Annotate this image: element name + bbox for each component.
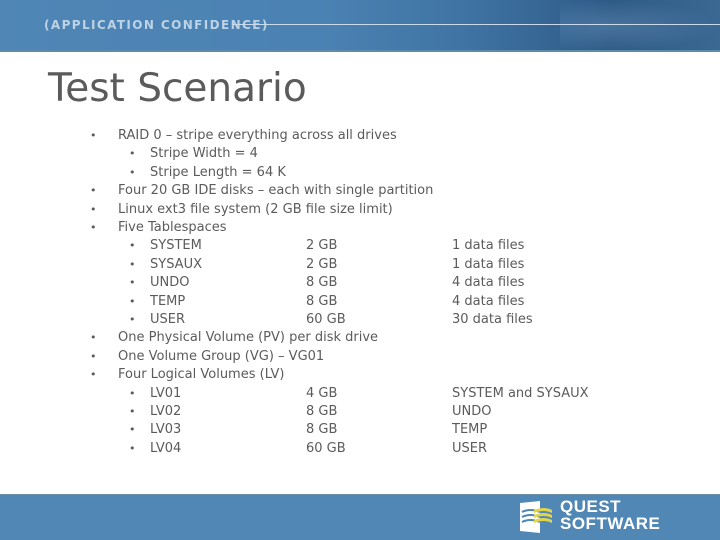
item-label: TEMP: [150, 293, 186, 309]
list-item: • RAID 0 – stripe everything across all d…: [0, 128, 720, 146]
item-size: 2 GB: [306, 256, 338, 272]
bullet-icon: •: [90, 129, 97, 142]
bullet-icon: •: [129, 294, 136, 308]
quest-logo-icon: [520, 501, 552, 533]
sub-list-item: • SYSAUX 2 GB 1 data files: [0, 257, 720, 275]
list-item: • One Volume Group (VG) – VG01: [0, 349, 720, 367]
item-size: 8 GB: [306, 422, 338, 438]
bullet-icon: •: [90, 368, 97, 382]
item-label: Stripe Width = 4: [150, 146, 258, 162]
list-item: • Five Tablespaces: [0, 220, 720, 238]
item-note: TEMP: [452, 422, 488, 438]
tagline-rule: [232, 24, 720, 25]
list-item: • Linux ext3 file system (2 GB file size …: [0, 202, 720, 220]
sub-list-item: • Stripe Width = 4: [0, 146, 720, 164]
item-label: SYSAUX: [150, 256, 202, 272]
header-decoration: [560, 0, 720, 52]
item-note: SYSTEM and SYSAUX: [452, 385, 589, 401]
bullet-icon: •: [90, 349, 97, 363]
bullet-icon: •: [129, 405, 136, 418]
item-label: Five Tablespaces: [118, 220, 227, 235]
item-note: 1 data files: [452, 238, 525, 254]
item-label: Four 20 GB IDE disks – each with single …: [118, 183, 434, 199]
item-size: 4 GB: [306, 385, 338, 401]
slide-title: Test Scenario: [48, 66, 307, 111]
sub-list-item: • UNDO 8 GB 4 data files: [0, 275, 720, 293]
item-note: USER: [452, 440, 488, 456]
item-note: 30 data files: [452, 312, 533, 327]
item-size: 2 GB: [306, 238, 338, 254]
bullet-icon: •: [129, 441, 136, 455]
bullet-icon: •: [129, 423, 136, 437]
item-size: 8 GB: [306, 404, 338, 419]
item-label: Four Logical Volumes (LV): [118, 367, 285, 383]
sub-list-item: • LV02 8 GB UNDO: [0, 404, 720, 422]
bullet-icon: •: [90, 184, 97, 198]
bullet-icon: •: [129, 257, 136, 271]
item-label: RAID 0 – stripe everything across all dr…: [118, 128, 397, 143]
bullet-icon: •: [129, 165, 136, 179]
item-note: 4 data files: [452, 293, 525, 309]
list-item: • Four Logical Volumes (LV): [0, 367, 720, 385]
sub-list-item: • Stripe Length = 64 K: [0, 165, 720, 183]
bullet-icon: •: [90, 331, 97, 345]
sub-list-item: • LV04 60 GB USER: [0, 441, 720, 459]
sub-list-item: • USER 60 GB 30 data files: [0, 312, 720, 330]
sub-list-item: • TEMP 8 GB 4 data files: [0, 294, 720, 312]
list-item: • Four 20 GB IDE disks – each with single…: [0, 183, 720, 201]
item-size: 8 GB: [306, 293, 338, 309]
item-note: 4 data files: [452, 275, 525, 291]
logo-line-2: SOFTWARE: [560, 514, 661, 533]
quest-logo-text: QUEST SOFTWARE: [560, 498, 660, 532]
item-label: Linux ext3 file system (2 GB file size l…: [118, 201, 393, 217]
item-size: 60 GB: [306, 440, 346, 456]
bullet-icon: •: [129, 239, 136, 253]
item-note: 1 data files: [452, 256, 525, 272]
item-label: LV03: [150, 422, 182, 438]
bullet-icon: •: [129, 313, 136, 326]
list-item: • One Physical Volume (PV) per disk drive: [0, 330, 720, 348]
bullet-icon: •: [90, 221, 97, 234]
item-note: UNDO: [452, 404, 492, 419]
logo-line-1: QUEST: [560, 497, 622, 516]
bullet-icon: •: [129, 147, 136, 161]
item-label: One Physical Volume (PV) per disk drive: [118, 330, 379, 346]
item-label: UNDO: [150, 275, 190, 291]
item-label: LV02: [150, 404, 182, 419]
header-divider: [0, 50, 720, 52]
footer-divider: [0, 494, 720, 495]
header-tagline: (APPLICATION CONFIDENCE): [44, 18, 269, 32]
bullet-icon: •: [90, 202, 97, 216]
sub-list-item: • LV03 8 GB TEMP: [0, 422, 720, 440]
sub-list-item: • LV01 4 GB SYSTEM and SYSAUX: [0, 386, 720, 404]
item-label: LV01: [150, 385, 182, 401]
item-label: SYSTEM: [150, 238, 202, 254]
item-label: LV04: [150, 440, 182, 456]
item-label: One Volume Group (VG) – VG01: [118, 348, 325, 364]
bullet-icon: •: [129, 276, 136, 290]
bullet-icon: •: [129, 386, 136, 400]
item-size: 8 GB: [306, 275, 338, 291]
item-size: 60 GB: [306, 312, 346, 327]
item-label: USER: [150, 312, 186, 327]
sub-list-item: • SYSTEM 2 GB 1 data files: [0, 238, 720, 256]
item-label: Stripe Length = 64 K: [150, 164, 286, 180]
